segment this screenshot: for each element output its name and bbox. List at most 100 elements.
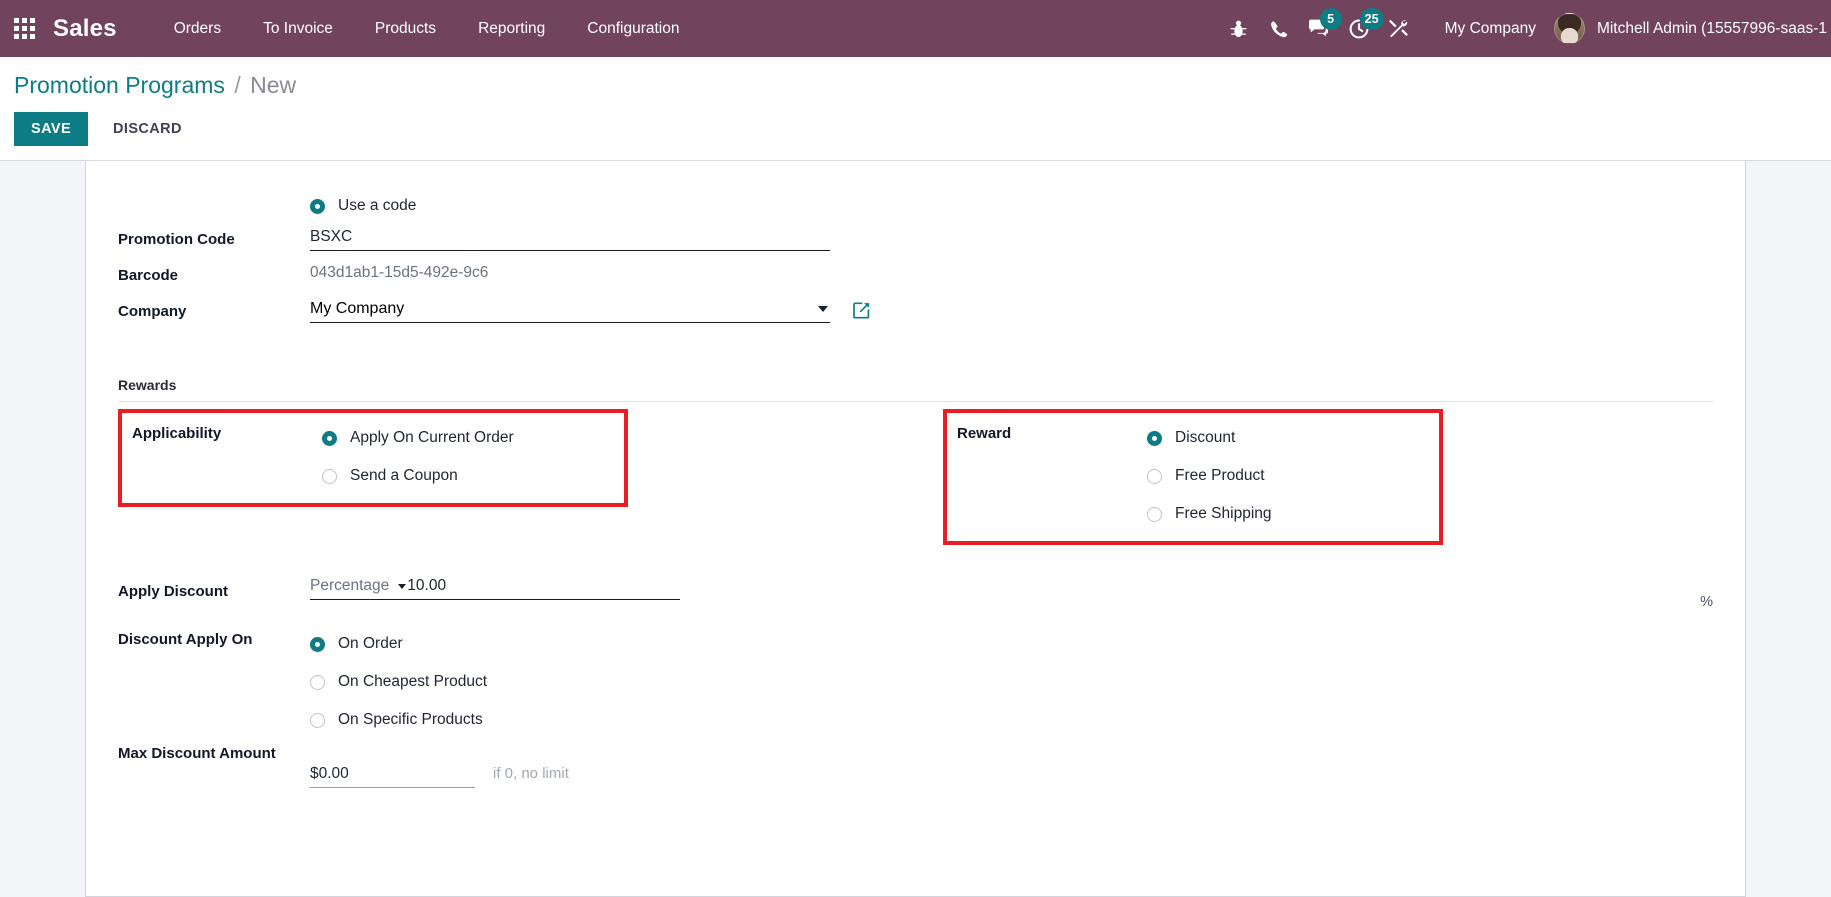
radio-free-product-button[interactable] — [1147, 468, 1162, 484]
radio-on-specific-products-button[interactable] — [310, 712, 325, 728]
menu-reporting[interactable]: Reporting — [457, 0, 566, 57]
activities-clock-icon[interactable]: 25 — [1339, 0, 1384, 57]
row-barcode: Barcode 043d1ab1-15d5-492e-9c6 — [118, 261, 1713, 297]
barcode-value: 043d1ab1-15d5-492e-9c6 — [310, 264, 489, 282]
radio-on-cheapest-product[interactable]: On Cheapest Product — [310, 663, 1713, 701]
row-reward: Reward Discount Free Product Free Shippi… — [957, 419, 1429, 533]
save-button[interactable]: SAVE — [14, 112, 89, 147]
user-menu[interactable]: Mitchell Admin (15557996-saas-1 — [1553, 13, 1831, 44]
row-promotion-code: Promotion Code — [118, 225, 1713, 261]
company-value: My Company — [310, 300, 405, 318]
company-label: Company — [118, 303, 187, 321]
promotion-code-input[interactable] — [310, 225, 830, 252]
menu-configuration[interactable]: Configuration — [566, 0, 700, 57]
radio-free-product[interactable]: Free Product — [1147, 457, 1429, 495]
discount-amount-input[interactable] — [407, 577, 588, 596]
breadcrumb-separator: / — [234, 72, 241, 98]
discount-type-select[interactable]: Percentage — [310, 577, 407, 595]
reward-column: Reward Discount Free Product Free Shippi… — [908, 402, 1713, 546]
avatar — [1553, 13, 1585, 44]
radio-use-a-code-button[interactable] — [310, 198, 325, 214]
discard-button[interactable]: DISCARD — [96, 112, 199, 146]
menu-orders[interactable]: Orders — [153, 0, 242, 57]
radio-on-order-button[interactable] — [310, 636, 325, 652]
chevron-down-icon[interactable] — [818, 306, 828, 313]
max-discount-hint: if 0, no limit — [493, 765, 569, 783]
barcode-label: Barcode — [118, 267, 179, 285]
promotion-code-field — [310, 225, 1713, 252]
max-discount-amount-input[interactable]: $0.00 — [310, 765, 475, 789]
breadcrumb-promotion-programs[interactable]: Promotion Programs — [14, 72, 225, 98]
control-panel: Promotion Programs / New SAVE DISCARD — [0, 57, 1831, 162]
radio-send-a-coupon-label[interactable]: Send a Coupon — [350, 467, 458, 485]
rewards-columns: Applicability Apply On Current Order Sen… — [118, 402, 1713, 546]
radio-on-cheapest-product-button[interactable] — [310, 674, 325, 690]
use-a-code-field: Use a code — [310, 187, 1713, 225]
apply-discount-label: Apply Discount — [118, 583, 229, 601]
spacer-label — [118, 187, 310, 193]
bug-icon[interactable] — [1219, 0, 1259, 57]
reward-highlight-box: Reward Discount Free Product Free Shippi… — [943, 409, 1443, 546]
rewards-section-title: Rewards — [118, 377, 1713, 403]
max-discount-amount-label: Max Discount Amount — [118, 745, 276, 763]
radio-on-cheapest-product-label[interactable]: On Cheapest Product — [338, 673, 487, 691]
radio-free-shipping-label[interactable]: Free Shipping — [1175, 505, 1272, 523]
radio-apply-on-current-order-button[interactable] — [322, 430, 337, 446]
row-discount-apply-on: Discount Apply On On Order On Cheapest P… — [118, 625, 1713, 739]
row-use-a-code: Use a code — [118, 187, 1713, 225]
radio-send-a-coupon-button[interactable] — [322, 468, 337, 484]
discount-apply-on-field: On Order On Cheapest Product On Specific… — [310, 625, 1713, 739]
radio-apply-on-current-order[interactable]: Apply On Current Order — [322, 419, 614, 457]
radio-discount-button[interactable] — [1147, 430, 1162, 446]
applicability-column: Applicability Apply On Current Order Sen… — [118, 402, 908, 545]
percent-suffix: % — [1700, 594, 1713, 611]
top-navbar: Sales Orders To Invoice Products Reporti… — [0, 0, 1831, 57]
row-apply-discount: Apply Discount Percentage % — [118, 577, 1713, 613]
radio-send-a-coupon[interactable]: Send a Coupon — [322, 457, 614, 495]
messages-icon[interactable]: 5 — [1299, 0, 1342, 57]
radio-apply-on-current-order-label[interactable]: Apply On Current Order — [350, 429, 514, 447]
breadcrumb-current: New — [250, 72, 297, 98]
external-link-icon[interactable] — [852, 301, 871, 320]
menu-products[interactable]: Products — [354, 0, 457, 57]
reward-label: Reward — [957, 425, 1012, 443]
radio-free-product-label[interactable]: Free Product — [1175, 467, 1265, 485]
company-wrapper: My Company — [310, 297, 1713, 324]
reward-field: Discount Free Product Free Shipping — [1147, 419, 1429, 533]
barcode-field: 043d1ab1-15d5-492e-9c6 — [310, 261, 1713, 286]
menu-to-invoice[interactable]: To Invoice — [242, 0, 354, 57]
radio-discount-label[interactable]: Discount — [1175, 429, 1235, 447]
radio-on-order-label[interactable]: On Order — [338, 635, 403, 653]
radio-use-a-code-label[interactable]: Use a code — [338, 197, 416, 215]
form-sheet: Use a code Promotion Code Barcode 043d1a… — [85, 161, 1746, 897]
chevron-down-icon[interactable] — [398, 583, 407, 589]
radio-discount[interactable]: Discount — [1147, 419, 1429, 457]
applicability-label: Applicability — [132, 425, 222, 443]
radio-on-order[interactable]: On Order — [310, 625, 1713, 663]
apply-discount-field: Percentage — [310, 577, 1691, 601]
control-panel-buttons: SAVE DISCARD — [14, 112, 1831, 147]
breadcrumb: Promotion Programs / New — [14, 72, 1831, 98]
phone-icon[interactable] — [1259, 0, 1299, 57]
row-applicability: Applicability Apply On Current Order Sen… — [132, 419, 614, 495]
sheet-background: Use a code Promotion Code Barcode 043d1a… — [0, 161, 1831, 897]
applicability-highlight-box: Applicability Apply On Current Order Sen… — [118, 409, 628, 508]
apply-discount-wrapper: Percentage — [310, 577, 680, 601]
app-brand-sales[interactable]: Sales — [53, 15, 117, 43]
discount-apply-on-label: Discount Apply On — [118, 631, 253, 649]
row-company: Company My Company — [118, 297, 1713, 333]
navbar-company[interactable]: My Company — [1419, 20, 1554, 38]
radio-free-shipping-button[interactable] — [1147, 506, 1162, 522]
applicability-field: Apply On Current Order Send a Coupon — [322, 419, 614, 495]
discount-type-value: Percentage — [310, 577, 390, 595]
tools-icon[interactable] — [1379, 0, 1419, 57]
radio-free-shipping[interactable]: Free Shipping — [1147, 495, 1429, 533]
max-discount-amount-field: $0.00 if 0, no limit — [310, 739, 1713, 789]
company-field: My Company — [310, 297, 1713, 324]
radio-on-specific-products[interactable]: On Specific Products — [310, 701, 1713, 739]
radio-use-a-code[interactable]: Use a code — [310, 187, 1713, 225]
max-discount-wrapper: $0.00 if 0, no limit — [310, 765, 1713, 789]
radio-on-specific-products-label[interactable]: On Specific Products — [338, 711, 483, 729]
company-select[interactable]: My Company — [310, 297, 830, 324]
apps-grid-icon[interactable] — [14, 18, 35, 39]
